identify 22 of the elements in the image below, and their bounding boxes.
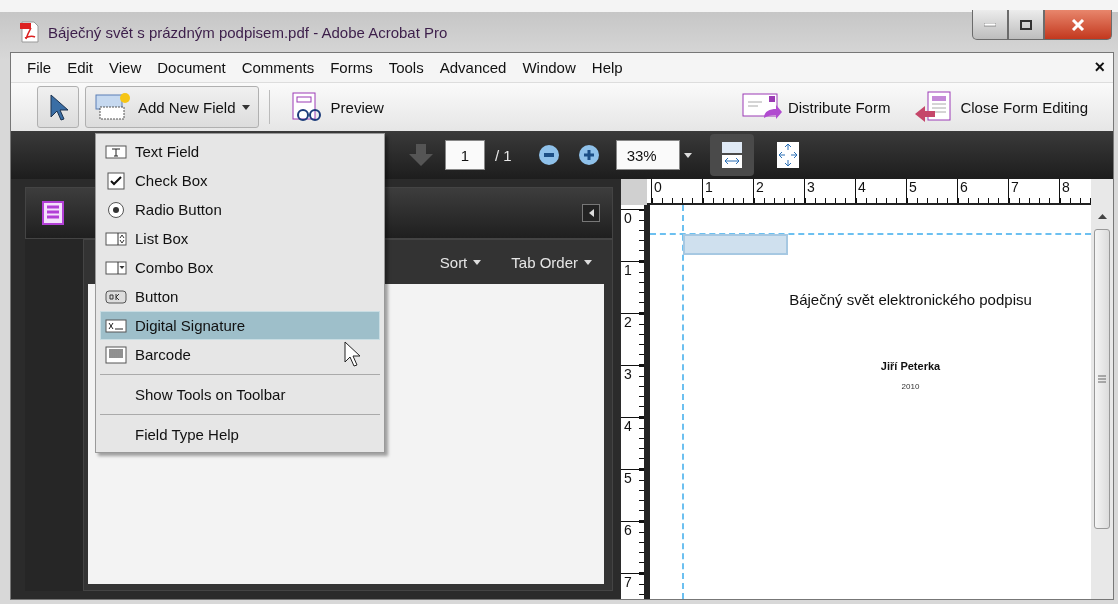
ruler-label: 4 — [858, 179, 866, 195]
ruler-label: 2 — [756, 179, 764, 195]
window-title: Báječný svět s prázdným podpisem.pdf - Adobe Acrobat Pro — [48, 23, 448, 41]
document-year: 2010 — [901, 382, 920, 391]
document-title: Báječný svět elektronického podpisu — [789, 291, 1032, 308]
ruler-label: 0 — [624, 210, 632, 226]
ruler-label: 5 — [909, 179, 917, 195]
ruler-label: 1 — [705, 179, 713, 195]
ruler-label: 6 — [960, 179, 968, 195]
ruler-label: 5 — [624, 470, 632, 486]
ruler-label: 1 — [624, 262, 632, 278]
ruler-label: 7 — [624, 574, 632, 590]
ruler-label: 2 — [624, 314, 632, 330]
ruler-label: 0 — [654, 179, 662, 195]
ruler-label: 7 — [1011, 179, 1019, 195]
page-count: / 1 — [495, 146, 512, 164]
ruler-label: 3 — [624, 366, 632, 382]
ruler-label: 8 — [1062, 179, 1070, 195]
ruler-label: 4 — [624, 418, 632, 434]
document-author: Jiří Peterka — [880, 360, 941, 372]
ruler-label: 6 — [624, 522, 632, 538]
ruler-label: 3 — [807, 179, 815, 195]
